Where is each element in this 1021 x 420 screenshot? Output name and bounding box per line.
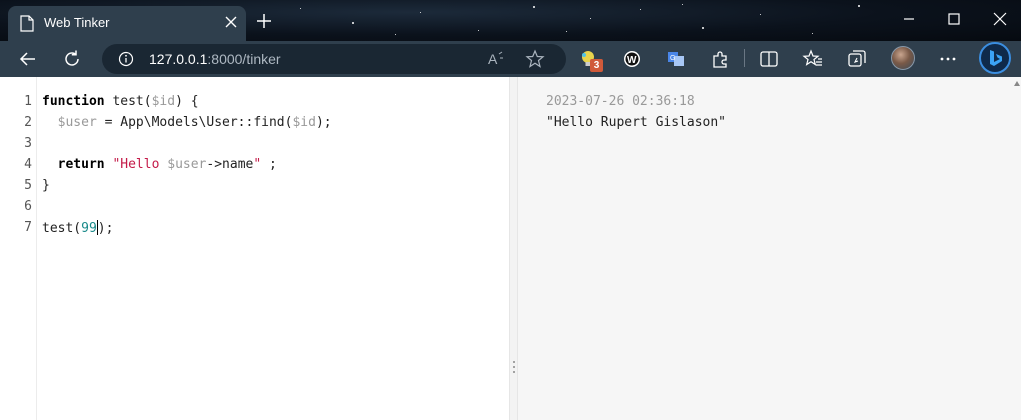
w-extension-icon[interactable]: W xyxy=(621,48,643,70)
code-line[interactable]: test(99); xyxy=(42,220,113,236)
line-number: 2 xyxy=(24,115,32,130)
code-token: ) { xyxy=(175,94,199,109)
browser-tab[interactable]: Web Tinker xyxy=(8,6,246,41)
favorite-star-icon[interactable] xyxy=(525,49,545,69)
output-panel: 2023-07-26 02:36:18 "Hello Rupert Gislas… xyxy=(518,77,1013,420)
url-host: 127.0.0.1 xyxy=(149,51,208,67)
code-token: $user xyxy=(167,157,207,172)
translate-extension-icon[interactable]: G xyxy=(665,48,687,70)
tab-title: Web Tinker xyxy=(44,15,110,30)
code-token: test( xyxy=(104,94,152,109)
pane-resize-handle[interactable] xyxy=(509,77,518,420)
code-token: ; xyxy=(261,157,277,172)
line-number-gutter: 1 2 3 4 5 6 7 xyxy=(0,77,37,420)
url-text[interactable]: 127.0.0.1:8000/tinker xyxy=(149,51,281,67)
split-screen-icon[interactable] xyxy=(758,48,780,70)
more-options-icon[interactable] xyxy=(937,48,959,70)
code-token: function xyxy=(42,94,105,109)
code-line[interactable]: function test($id) { xyxy=(42,94,199,109)
maximize-icon[interactable] xyxy=(945,10,963,28)
grip-dot xyxy=(513,361,515,363)
refresh-icon[interactable] xyxy=(61,48,83,70)
extensions-puzzle-icon[interactable] xyxy=(709,48,731,70)
code-line[interactable]: } xyxy=(42,178,50,193)
code-token: "Hello xyxy=(112,157,168,172)
code-token: return xyxy=(57,157,105,172)
page-icon xyxy=(20,15,34,32)
bing-copilot-icon[interactable] xyxy=(979,42,1011,74)
code-token: $user xyxy=(57,115,97,130)
output-result: "Hello Rupert Gislason" xyxy=(546,115,727,130)
new-tab-icon[interactable] xyxy=(255,12,273,30)
code-token: " xyxy=(253,157,262,172)
extension-notification-badge: 3 xyxy=(590,59,603,72)
line-number: 6 xyxy=(24,199,32,214)
toolbar-separator xyxy=(744,49,745,67)
code-token: 99 xyxy=(81,221,97,236)
code-token: } xyxy=(42,178,50,193)
scroll-up-arrow-icon[interactable] xyxy=(1014,81,1020,86)
close-window-icon[interactable] xyxy=(991,10,1009,28)
back-icon[interactable] xyxy=(17,48,39,70)
site-info-icon[interactable] xyxy=(118,51,134,67)
code-token: $id xyxy=(151,94,176,109)
code-line[interactable]: return "Hello $user->name" ; xyxy=(42,157,277,172)
code-token: $id xyxy=(292,115,316,130)
code-token: test( xyxy=(42,221,82,236)
code-token: ->name xyxy=(206,157,254,172)
collections-icon[interactable] xyxy=(846,48,868,70)
line-number: 1 xyxy=(24,94,32,109)
code-token: ); xyxy=(97,221,114,236)
line-number: 3 xyxy=(24,136,32,151)
minimize-icon[interactable] xyxy=(900,10,918,28)
grip-dot xyxy=(513,371,515,373)
code-line[interactable]: $user = App\Models\User::find($id); xyxy=(42,115,332,130)
svg-text:W: W xyxy=(627,55,637,66)
line-number: 4 xyxy=(24,157,32,172)
close-tab-icon[interactable] xyxy=(224,15,238,29)
code-editor[interactable]: 1 2 3 4 5 6 7 function test($id) { $user… xyxy=(0,77,509,420)
url-path: :8000/tinker xyxy=(207,51,281,67)
address-bar[interactable]: 127.0.0.1:8000/tinker A xyxy=(102,44,566,74)
grip-dot xyxy=(513,366,515,368)
title-bar: Web Tinker xyxy=(0,0,1021,41)
favorites-icon[interactable] xyxy=(802,48,824,70)
read-aloud-icon[interactable]: A xyxy=(486,49,506,69)
code-token: ); xyxy=(315,115,332,130)
line-number: 7 xyxy=(24,220,32,235)
svg-text:A: A xyxy=(488,51,498,67)
profile-avatar[interactable] xyxy=(891,46,915,70)
navigation-bar: 127.0.0.1:8000/tinker A W G xyxy=(0,41,1021,77)
svg-text:G: G xyxy=(670,55,675,62)
output-scrollbar[interactable] xyxy=(1013,77,1021,420)
line-number: 5 xyxy=(24,178,32,193)
output-timestamp: 2023-07-26 02:36:18 xyxy=(546,94,695,109)
code-token: = App\Models\User::find( xyxy=(96,115,293,130)
